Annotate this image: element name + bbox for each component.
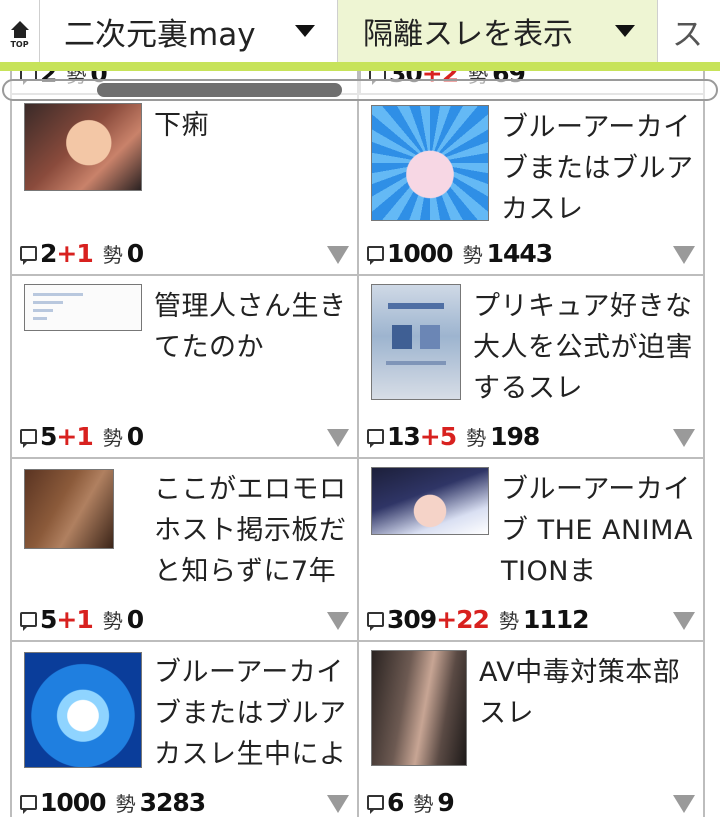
thread-cell[interactable]: AV中毒対策本部スレ 6 勢 9 xyxy=(359,642,705,817)
thread-title[interactable]: 下痢 xyxy=(154,105,349,146)
board-select-label: 二次元裏may xyxy=(64,16,256,53)
thread-thumbnail[interactable] xyxy=(24,652,142,768)
momentum-label: 勢 xyxy=(102,243,123,267)
reply-count: 5 xyxy=(40,605,57,634)
thread-stats: 13 +5 勢 198 xyxy=(367,422,540,451)
reply-count: 1000 xyxy=(387,239,454,268)
horizontal-scrollbar[interactable] xyxy=(2,79,718,101)
thread-menu-icon[interactable] xyxy=(327,429,349,447)
momentum-value: 0 xyxy=(126,239,144,268)
thread-thumbnail[interactable] xyxy=(371,650,467,766)
momentum-label: 勢 xyxy=(102,609,123,633)
thread-title[interactable]: ブルーアーカイブ THE ANIMATIONま xyxy=(501,469,696,592)
momentum-value: 9 xyxy=(437,788,454,817)
accent-bar xyxy=(0,62,720,71)
thread-stats: 2 +1 勢 0 xyxy=(20,239,144,268)
more-menu-label: ス xyxy=(672,16,703,53)
home-button[interactable]: TOP xyxy=(0,0,40,62)
momentum-value: 198 xyxy=(490,422,540,451)
thread-cell[interactable]: プリキュア好きな大人を公式が迫害するスレ 13 +5 勢 198 xyxy=(359,276,705,459)
momentum-value: 0 xyxy=(126,605,144,634)
thread-stats: 5 +1 勢 0 xyxy=(20,605,144,634)
comment-icon xyxy=(367,429,384,448)
reply-increment: +5 xyxy=(419,422,457,451)
reply-count: 13 xyxy=(387,422,421,451)
reply-count: 6 xyxy=(387,788,404,817)
momentum-value: 3283 xyxy=(139,788,207,817)
thread-thumbnail[interactable] xyxy=(371,105,489,221)
momentum-label: 勢 xyxy=(102,426,123,450)
more-menu-button[interactable]: ス xyxy=(658,0,720,62)
thread-title[interactable]: プリキュア好きな大人を公式が迫害するスレ xyxy=(473,286,695,409)
comment-icon xyxy=(367,612,384,631)
reply-count: 5 xyxy=(40,422,57,451)
thread-thumbnail[interactable] xyxy=(24,469,114,549)
top-navigation-bar: TOP 二次元裏may 隔離スレを表示 ス xyxy=(0,0,720,62)
chevron-down-icon xyxy=(295,25,315,37)
thread-stats: 309 +22 勢 1112 xyxy=(367,605,590,634)
momentum-value: 0 xyxy=(126,422,144,451)
thread-menu-icon[interactable] xyxy=(673,612,695,630)
comment-icon xyxy=(20,612,37,631)
thread-stats: 6 勢 9 xyxy=(367,788,455,817)
reply-increment: +22 xyxy=(436,605,490,634)
thread-menu-icon[interactable] xyxy=(327,246,349,264)
chevron-down-icon xyxy=(615,25,635,37)
thread-menu-icon[interactable] xyxy=(327,612,349,630)
reply-increment: +1 xyxy=(56,422,93,451)
reply-increment: +1 xyxy=(56,605,93,634)
momentum-value: 1112 xyxy=(522,605,590,634)
thread-title[interactable]: 管理人さん生きてたのか xyxy=(154,286,349,368)
reply-count: 309 xyxy=(387,605,437,634)
comment-icon xyxy=(20,429,37,448)
comment-icon xyxy=(20,795,37,814)
momentum-label: 勢 xyxy=(466,426,487,450)
home-icon xyxy=(10,21,29,30)
show-isolated-threads-label: 隔離スレを表示 xyxy=(363,17,573,52)
thread-menu-icon[interactable] xyxy=(327,795,349,813)
thread-menu-icon[interactable] xyxy=(673,246,695,264)
thread-cell[interactable]: ブルーアーカイブ THE ANIMATIONま 309 +22 勢 1112 xyxy=(359,459,705,642)
thread-cell[interactable]: 下痢 2 +1 勢 0 xyxy=(10,93,359,276)
show-isolated-threads-dropdown[interactable]: 隔離スレを表示 xyxy=(338,0,658,62)
thread-title[interactable]: AV中毒対策本部スレ xyxy=(479,652,694,734)
thread-cell[interactable]: 管理人さん生きてたのか 5 +1 勢 0 xyxy=(10,276,359,459)
thread-stats: 5 +1 勢 0 xyxy=(20,422,144,451)
momentum-label: 勢 xyxy=(498,609,519,633)
thread-title[interactable]: ブルーアーカイブまたはブルアカスレ xyxy=(501,107,696,230)
thread-cell[interactable]: ブルーアーカイブまたはブルアカスレ生中によ 1000 勢 3283 xyxy=(10,642,359,817)
thread-thumbnail[interactable] xyxy=(24,103,142,191)
momentum-value: 1443 xyxy=(486,239,554,268)
reply-count: 2 xyxy=(40,239,57,268)
thread-thumbnail[interactable] xyxy=(371,467,489,535)
scrollbar-thumb[interactable] xyxy=(97,83,342,97)
comment-icon xyxy=(367,246,384,265)
momentum-label: 勢 xyxy=(413,792,434,816)
thread-cell[interactable]: ここがエロモロホスト掲示板だと知らずに7年 5 +1 勢 0 xyxy=(10,459,359,642)
thread-thumbnail[interactable] xyxy=(24,284,142,331)
comment-icon xyxy=(367,795,384,814)
home-label: TOP xyxy=(10,40,29,49)
momentum-label: 勢 xyxy=(115,792,136,816)
comment-icon xyxy=(20,246,37,265)
momentum-label: 勢 xyxy=(462,243,483,267)
reply-increment: +1 xyxy=(56,239,93,268)
thread-menu-icon[interactable] xyxy=(673,429,695,447)
thread-thumbnail[interactable] xyxy=(371,284,461,400)
board-select-dropdown[interactable]: 二次元裏may xyxy=(40,0,338,62)
reply-count: 1000 xyxy=(40,788,107,817)
thread-title[interactable]: ブルーアーカイブまたはブルアカスレ生中によ xyxy=(154,652,349,775)
thread-cell[interactable]: ブルーアーカイブまたはブルアカスレ 1000 勢 1443 xyxy=(359,93,705,276)
thread-stats: 1000 勢 3283 xyxy=(20,788,207,817)
thread-stats: 1000 勢 1443 xyxy=(367,239,554,268)
thread-menu-icon[interactable] xyxy=(673,795,695,813)
thread-title[interactable]: ここがエロモロホスト掲示板だと知らずに7年 xyxy=(154,469,349,592)
